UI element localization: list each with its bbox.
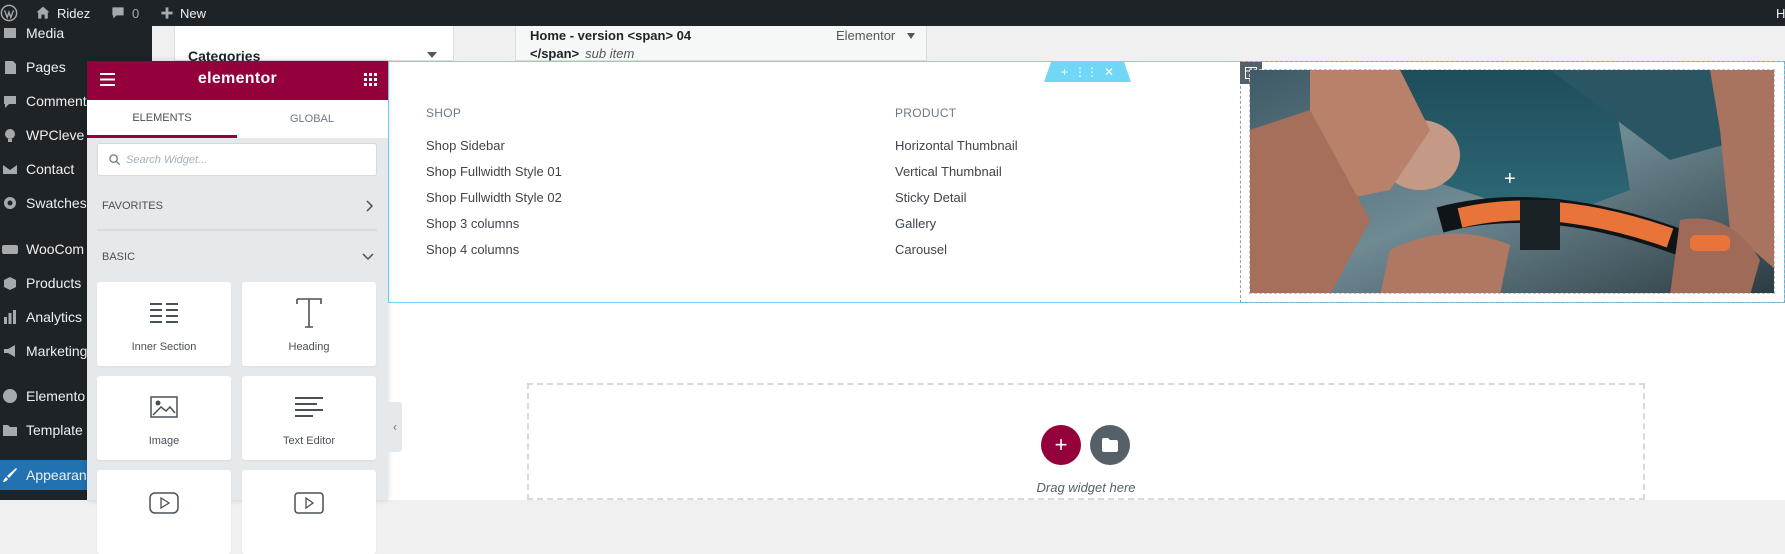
- drag-widget-label: Drag widget here: [1036, 480, 1136, 495]
- image-icon: [97, 390, 231, 424]
- panel-header: elementor: [87, 61, 388, 100]
- wp-menu-label: Analytics: [26, 309, 83, 325]
- mega-menu-link[interactable]: Horizontal Thumbnail: [895, 138, 1018, 153]
- wp-menu-label: Comments: [26, 93, 94, 109]
- megaphone-icon: [0, 343, 26, 359]
- tab-global[interactable]: GLOBAL: [237, 100, 387, 138]
- wp-menu-label: WPCleve: [26, 127, 85, 143]
- mega-column-title: SHOP: [426, 106, 462, 120]
- button-icon: [242, 486, 376, 520]
- widget-label: Heading: [288, 341, 330, 353]
- wp-menu-label: Contact: [26, 161, 75, 177]
- categories-panel[interactable]: Categories: [174, 26, 454, 64]
- chevron-down-icon: [362, 253, 374, 261]
- new-content-link[interactable]: New: [160, 0, 206, 26]
- mega-menu-link[interactable]: Vertical Thumbnail: [895, 164, 1002, 179]
- folder-icon: [1102, 438, 1118, 452]
- menu-item-type: Elementor: [836, 28, 896, 43]
- media-icon: [0, 25, 26, 41]
- mega-menu-link[interactable]: Shop 3 columns: [426, 216, 519, 231]
- tab-elements[interactable]: ELEMENTS: [87, 100, 237, 138]
- wp-menu-label: Swatches: [26, 195, 87, 211]
- video-icon: [97, 486, 231, 520]
- menu-item-subtitle: sub item: [585, 46, 635, 61]
- widget-label: Image: [148, 435, 180, 447]
- basic-section[interactable]: BASIC: [87, 248, 388, 268]
- brush-icon: [0, 467, 26, 483]
- wp-menu-label: Pages: [26, 59, 66, 75]
- widget-button[interactable]: [242, 470, 376, 554]
- wp-menu-label: Products: [26, 275, 82, 291]
- mega-menu-link[interactable]: Shop 4 columns: [426, 242, 519, 257]
- mega-menu-link[interactable]: Shop Fullwidth Style 02: [426, 190, 562, 205]
- favorites-section[interactable]: FAVORITES: [87, 197, 388, 217]
- delete-section-icon[interactable]: ✕: [1104, 65, 1114, 79]
- search-icon: [109, 154, 120, 165]
- mega-menu-link[interactable]: Sticky Detail: [895, 190, 967, 205]
- favorites-label: FAVORITES: [102, 200, 163, 212]
- bulb-icon: [0, 127, 26, 143]
- widgets-grid-icon[interactable]: [364, 73, 377, 91]
- menu-item[interactable]: Home - version <span> 04 </span> sub item…: [515, 26, 927, 61]
- mega-menu-link[interactable]: Carousel: [895, 242, 947, 257]
- pages-icon: [0, 59, 26, 75]
- mega-menu-link[interactable]: Gallery: [895, 216, 936, 231]
- widget-image[interactable]: Image: [97, 376, 231, 460]
- mail-icon: [0, 161, 26, 177]
- wp-menu-label: Elemento: [26, 388, 86, 404]
- comments-icon: [0, 93, 26, 109]
- wp-menu-label: Marketing: [26, 343, 88, 359]
- drag-section-icon[interactable]: ⋮⋮: [1074, 65, 1098, 79]
- add-section-button[interactable]: +: [1041, 425, 1081, 465]
- new-label: New: [180, 5, 207, 21]
- wp-menu-label: WooCom: [26, 241, 85, 257]
- add-template-button[interactable]: [1090, 425, 1130, 465]
- wp-menu-label: Media: [26, 25, 65, 41]
- bar-chart-icon: [0, 309, 26, 325]
- add-section-icon[interactable]: +: [1061, 65, 1068, 79]
- gear-icon: [0, 195, 26, 211]
- products-icon: [0, 275, 26, 291]
- wp-menu-label: Appearan: [26, 467, 87, 483]
- heading-icon: [242, 296, 376, 330]
- chevron-right-icon: [366, 200, 374, 212]
- panel-tabs: ELEMENTS GLOBAL: [87, 100, 388, 138]
- mega-menu-link[interactable]: Shop Sidebar: [426, 138, 505, 153]
- search-input[interactable]: [126, 150, 366, 170]
- widget-heading[interactable]: Heading: [242, 282, 376, 366]
- folder-icon: [0, 422, 26, 438]
- widget-label: Text Editor: [283, 435, 335, 447]
- mega-menu-link[interactable]: Shop Fullwidth Style 01: [426, 164, 562, 179]
- section-handle[interactable]: + ⋮⋮ ✕: [1044, 62, 1131, 82]
- add-element-icon[interactable]: +: [1504, 168, 1516, 191]
- elementor-logo: elementor: [197, 70, 278, 87]
- collapse-panel-button[interactable]: ‹: [388, 402, 402, 452]
- admin-bar: Ridez 0 New H: [0, 0, 1785, 26]
- search-box: [97, 143, 377, 176]
- wp-menu-item-media[interactable]: Media: [0, 18, 152, 48]
- plus-icon: [161, 7, 173, 19]
- caret-down-icon[interactable]: [427, 52, 437, 58]
- divider: [97, 229, 377, 231]
- widget-inner-section[interactable]: Inner Section: [97, 282, 231, 366]
- menu-item-title: Home - version <span> 04: [530, 28, 692, 43]
- elementor-panel: elementor ELEMENTS GLOBAL FAVORITES BASI…: [87, 61, 388, 554]
- widget-video[interactable]: [97, 470, 231, 554]
- basic-label: BASIC: [102, 251, 136, 263]
- wp-menu-label: Template: [26, 422, 83, 438]
- mega-column-title: PRODUCT: [895, 106, 957, 120]
- elementor-icon: [0, 388, 26, 404]
- widget-label: Inner Section: [131, 341, 197, 353]
- text-editor-icon: [242, 390, 376, 424]
- woo-icon: [0, 241, 26, 257]
- inner-section-icon: [97, 296, 231, 330]
- widget-text-editor[interactable]: Text Editor: [242, 376, 376, 460]
- account-link[interactable]: H: [1776, 0, 1785, 26]
- caret-down-icon[interactable]: [907, 33, 915, 39]
